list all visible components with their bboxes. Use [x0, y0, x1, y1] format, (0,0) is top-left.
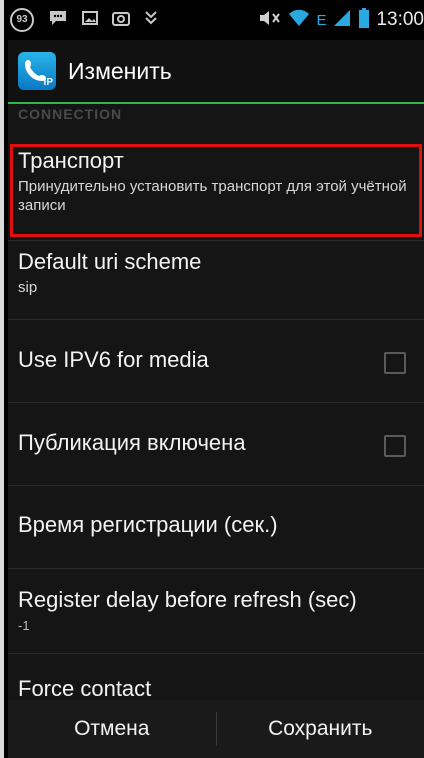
download-icon — [144, 10, 158, 31]
setting-summary: Принудительно установить транспорт для э… — [18, 178, 407, 214]
setting-title: Публикация включена — [18, 430, 246, 455]
network-e-icon: E — [316, 11, 327, 29]
setting-default-uri-scheme[interactable]: Default uri scheme sip — [8, 241, 424, 320]
status-bar: 93 E 13:00 — [8, 0, 424, 40]
setting-title: Use IPV6 for media — [18, 347, 209, 372]
screenshot-icon — [112, 10, 130, 31]
setting-publish-enabled[interactable]: Публикация включена — [8, 403, 424, 486]
wifi-icon — [288, 9, 310, 32]
image-icon — [82, 10, 98, 31]
setting-register-delay[interactable]: Register delay before refresh (sec) -1 — [8, 569, 424, 654]
screen-edge — [0, 0, 4, 758]
setting-force-contact[interactable]: Force contact — [8, 654, 424, 700]
setting-summary: sip — [18, 279, 38, 296]
section-header: CONNECTION — [18, 106, 123, 122]
setting-title: Время регистрации (сек.) — [18, 512, 278, 537]
settings-list[interactable]: CONNECTION Транспорт Принудительно устан… — [8, 104, 424, 700]
setting-transport[interactable]: Транспорт Принудительно установить транс… — [8, 140, 424, 241]
notification-badge-icon: 93 — [10, 8, 34, 32]
cancel-button[interactable]: Отмена — [8, 717, 216, 741]
setting-title: Register delay before refresh (sec) — [18, 587, 357, 612]
ipv6-checkbox[interactable] — [384, 352, 406, 374]
setting-use-ipv6[interactable]: Use IPV6 for media — [8, 320, 424, 403]
publish-checkbox[interactable] — [384, 435, 406, 457]
battery-icon — [358, 7, 370, 33]
setting-registration-time[interactable]: Время регистрации (сек.) — [8, 486, 424, 569]
clock: 13:00 — [376, 9, 424, 30]
action-bar: IP Изменить — [8, 40, 424, 102]
setting-title: Force contact — [18, 676, 152, 700]
save-button[interactable]: Сохранить — [217, 717, 424, 741]
bottom-button-bar: Отмена Сохранить — [8, 700, 424, 758]
signal-icon — [332, 9, 352, 32]
app-logo-icon[interactable]: IP — [18, 52, 56, 90]
setting-summary: -1 — [18, 618, 30, 633]
mute-icon — [258, 9, 282, 32]
page-title: Изменить — [68, 57, 172, 84]
setting-title: Транспорт — [18, 148, 124, 173]
app-logo-text: IP — [43, 77, 53, 88]
chat-icon — [48, 9, 68, 32]
setting-title: Default uri scheme — [18, 249, 202, 274]
